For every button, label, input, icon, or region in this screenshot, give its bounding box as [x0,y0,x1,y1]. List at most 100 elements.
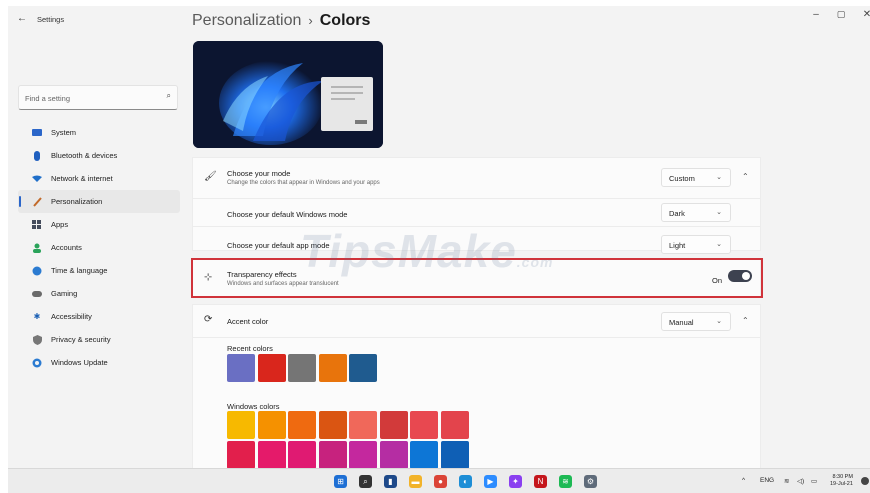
search-icon[interactable]: ⌕ [359,475,372,488]
monitor-icon [32,128,42,138]
color-swatch[interactable] [410,411,438,439]
clock-date: 19-Jul-21 [830,481,853,487]
color-swatch[interactable] [318,411,347,439]
mode-dropdown[interactable]: Custom ⌄ [661,168,731,187]
palette-icon: 🖌 [204,171,217,182]
minimize-button[interactable]: – [805,9,827,20]
chrome-icon[interactable]: ● [434,475,447,488]
color-swatch[interactable] [410,441,438,469]
settings-icon[interactable]: ⚙ [584,475,597,488]
tray-chevron[interactable]: ^ [742,477,745,484]
spotify-icon[interactable]: ≋ [559,475,572,488]
start-icon[interactable]: ⊞ [334,475,347,488]
volume-icon[interactable]: ◁) [797,477,804,485]
chevron-down-icon: ⌄ [716,209,722,216]
netflix-icon[interactable]: N [534,475,547,488]
edge-icon[interactable]: ◐ [459,475,472,488]
sidebar-item-apps[interactable]: Apps [18,213,180,236]
breadcrumb-parent[interactable]: Personalization [192,12,301,29]
notification-icon[interactable] [861,477,869,485]
color-swatch[interactable] [227,441,255,469]
color-swatch[interactable] [227,354,255,382]
sidebar-item-label: Apps [51,220,69,229]
transparency-state-label: On [712,276,723,285]
sidebar-item-label: Windows Update [51,358,108,367]
sidebar-item-label: Accessibility [51,312,92,321]
gamepad-icon [32,289,42,299]
file-explorer-icon[interactable]: ▬ [409,475,422,488]
battery-icon[interactable]: ▭ [811,477,817,485]
color-swatch[interactable] [257,354,286,382]
color-swatch[interactable] [349,354,377,382]
sidebar-item-label: Time & language [51,266,108,275]
color-swatch[interactable] [379,441,408,469]
color-swatch[interactable] [227,411,255,439]
app-title: Settings [37,15,65,24]
watermark-suffix: .com [516,254,554,270]
sidebar-item-label: Privacy & security [51,335,111,344]
breadcrumb: Personalization › Colors [192,12,370,30]
accessibility-icon: ✱ [33,312,41,321]
sidebar-item-time-language[interactable]: Time & language [18,259,180,282]
color-swatch[interactable] [288,354,316,382]
color-swatch[interactable] [379,411,408,439]
page-title: Colors [319,12,371,29]
collapse-accent-button[interactable]: ⌃ [742,316,749,325]
sidebar-item-system[interactable]: System [18,121,180,144]
color-swatch[interactable] [257,441,286,469]
messenger-icon[interactable]: ✦ [509,475,522,488]
sidebar-item-network[interactable]: Network & internet [18,167,180,190]
update-icon [32,358,42,368]
sidebar-item-gaming[interactable]: Gaming [18,282,180,305]
watermark: TipsMake.com [300,224,553,278]
task-view-icon[interactable]: ▮ [384,475,397,488]
color-swatch[interactable] [349,441,377,469]
windows-mode-label: Choose your default Windows mode [227,210,348,219]
watermark-text: TipsMake [300,225,517,277]
zoom-icon[interactable]: ▶ [484,475,497,488]
sidebar-item-privacy[interactable]: Privacy & security [18,328,180,351]
back-button[interactable]: ← [17,13,27,24]
globe-clock-icon [32,266,42,276]
color-swatch[interactable] [440,411,469,439]
search-box[interactable]: ⌕ [18,85,178,110]
transparency-toggle[interactable] [728,270,752,282]
brush-icon [32,196,42,207]
color-swatch[interactable] [318,441,347,469]
sidebar-item-accounts[interactable]: Accounts [18,236,180,259]
windows-mode-dropdown[interactable]: Dark ⌄ [661,203,731,222]
app-mode-dropdown[interactable]: Light ⌄ [661,235,731,254]
sidebar-item-windows-update[interactable]: Windows Update [18,351,180,374]
search-input[interactable] [25,91,155,105]
title-bar: ← Settings – ▢ ✕ [8,6,870,30]
sidebar-item-bluetooth[interactable]: Bluetooth & devices [18,144,180,167]
sidebar-item-label: Accounts [51,243,82,252]
windows-colors-label: Windows colors [227,402,280,411]
clock[interactable]: 8:30 PM 19-Jul-21 [830,474,853,488]
collapse-mode-button[interactable]: ⌃ [742,172,749,181]
color-swatch[interactable] [349,411,377,439]
app-mode-value: Light [669,241,686,250]
wifi-icon[interactable]: ≋ [784,477,789,485]
shield-icon [32,334,42,345]
sidebar-item-personalization[interactable]: Personalization [18,190,180,213]
language-indicator[interactable]: ENG [760,477,774,484]
accent-dropdown[interactable]: Manual ⌄ [661,312,731,331]
sidebar-item-accessibility[interactable]: ✱ Accessibility [18,305,180,328]
search-icon[interactable]: ⌕ [167,91,171,101]
mode-title: Choose your mode [227,169,291,178]
settings-window: ← Settings – ▢ ✕ ⌕ System Bluetooth & de… [8,6,870,469]
close-button[interactable]: ✕ [856,9,870,20]
color-swatch[interactable] [318,354,347,382]
apps-icon [32,219,42,230]
color-swatch[interactable] [288,411,316,439]
sidebar-item-label: Bluetooth & devices [51,151,118,160]
preview-window [321,77,373,131]
recent-colors-label: Recent colors [227,344,273,353]
color-swatch[interactable] [257,411,286,439]
color-swatch[interactable] [288,441,316,469]
preview-line [331,86,363,88]
color-swatch[interactable] [440,441,469,469]
sidebar-item-label: System [51,128,77,137]
maximize-button[interactable]: ▢ [830,9,852,20]
